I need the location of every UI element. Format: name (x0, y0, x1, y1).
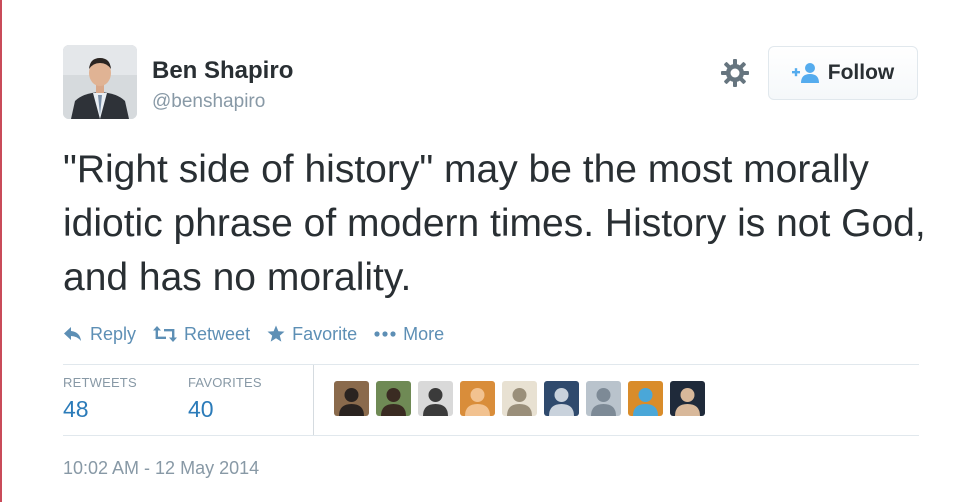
follow-button[interactable]: Follow (768, 46, 918, 100)
gear-icon[interactable] (719, 57, 751, 89)
favoriter-avatars (334, 381, 705, 416)
reply-label: Reply (90, 323, 137, 344)
favoriter-avatar[interactable] (670, 381, 705, 416)
follow-label: Follow (827, 61, 895, 84)
favoriter-avatar[interactable] (334, 381, 369, 416)
tweet-actions: Reply Retweet Favorite More (63, 320, 461, 348)
retweet-icon (153, 326, 178, 342)
retweets-count: 48 (63, 396, 89, 422)
add-user-icon (791, 63, 819, 83)
tweet-text: "Right side of history" may be the most … (63, 148, 926, 299)
author-avatar[interactable] (63, 45, 137, 119)
favorites-label: FAVORITES (188, 375, 262, 390)
favoriter-avatar[interactable] (544, 381, 579, 416)
star-icon (267, 325, 285, 342)
author-avatar-image (63, 45, 137, 119)
more-button[interactable]: More (374, 324, 444, 345)
author-name[interactable]: Ben Shapiro (152, 57, 293, 85)
stats-bottom-divider (63, 435, 919, 436)
favorite-button[interactable]: Favorite (267, 324, 357, 345)
retweet-button[interactable]: Retweet (153, 324, 250, 345)
favorite-label: Favorite (292, 323, 358, 344)
more-label: More (403, 323, 445, 344)
retweets-label: RETWEETS (63, 375, 137, 390)
retweets-stat[interactable]: RETWEETS 48 (63, 375, 137, 423)
favoriter-avatar[interactable] (376, 381, 411, 416)
favorites-count: 40 (188, 396, 214, 422)
more-dots-icon (374, 331, 396, 337)
stats-top-divider (63, 364, 919, 365)
favoriter-avatar[interactable] (586, 381, 621, 416)
favoriter-avatar[interactable] (502, 381, 537, 416)
reply-icon (64, 327, 81, 341)
favorites-stat[interactable]: FAVORITES 40 (188, 375, 262, 423)
favoriter-avatar[interactable] (418, 381, 453, 416)
retweet-label: Retweet (184, 323, 251, 344)
author-handle[interactable]: @benshapiro (152, 91, 265, 113)
favoriter-avatar[interactable] (628, 381, 663, 416)
favoriter-avatar[interactable] (460, 381, 495, 416)
tweet-timestamp[interactable]: 10:02 AM - 12 May 2014 (63, 458, 259, 479)
tweet-card: Ben Shapiro @benshapiro Follow "Right si… (0, 0, 980, 502)
stats-vertical-divider (313, 365, 314, 435)
reply-button[interactable]: Reply (63, 324, 136, 345)
